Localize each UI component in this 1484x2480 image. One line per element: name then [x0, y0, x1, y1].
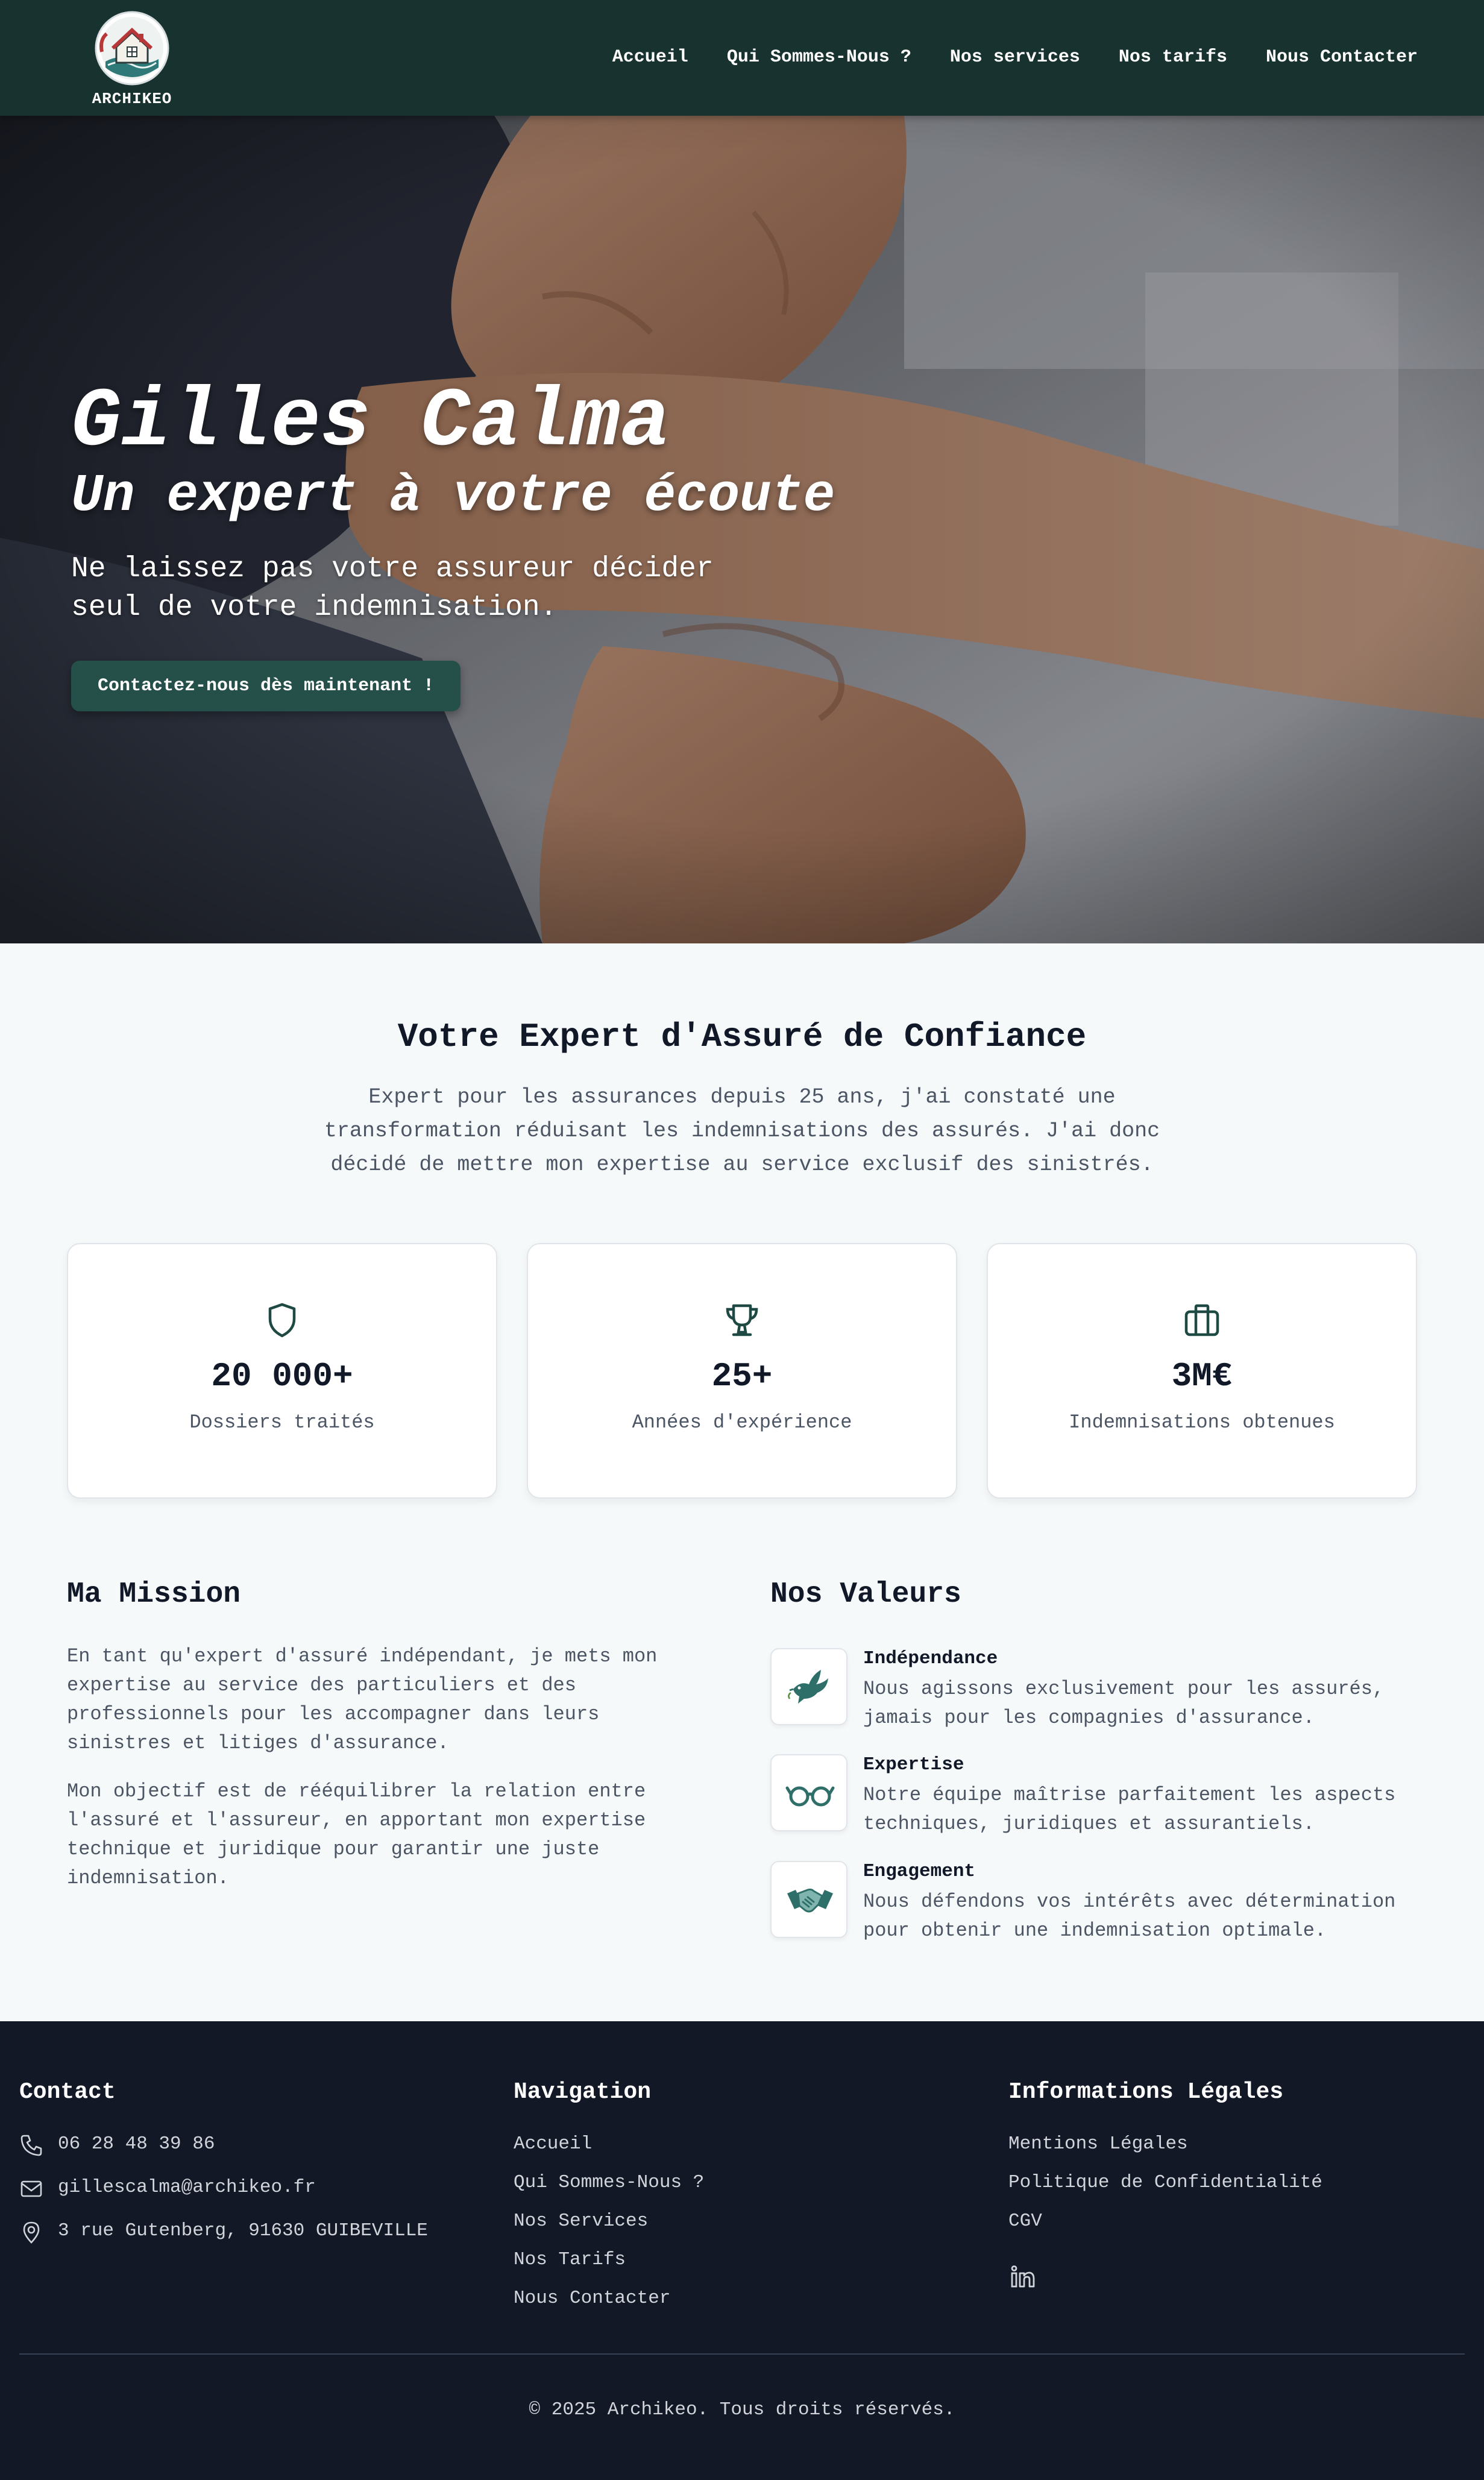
- footer-contact-title: Contact: [19, 2079, 116, 2105]
- mission-title: Ma Mission: [67, 1578, 241, 1611]
- house-logo-icon: [95, 11, 169, 86]
- hero-content: Gilles Calma Un expert à votre écoute Ne…: [71, 376, 835, 712]
- footer-link-confidentialite[interactable]: Politique de Confidentialité: [1008, 2172, 1322, 2193]
- nav-link-tarifs[interactable]: Nos tarifs: [1119, 47, 1227, 68]
- value-icon-box: [770, 1861, 847, 1938]
- footer-address: 3 rue Gutenberg, 91630 GUIBEVILLE: [58, 2220, 428, 2241]
- value-item-expertise: Expertise Notre équipe maîtrise parfaite…: [770, 1754, 1433, 1835]
- mission-paragraph-1: En tant qu'expert d'assuré indépendant, …: [67, 1645, 658, 1754]
- nav-link-accueil[interactable]: Accueil: [612, 47, 688, 68]
- values-title: Nos Valeurs: [770, 1578, 961, 1611]
- stat-card-dossiers: 20 000+ Dossiers traités: [67, 1243, 497, 1499]
- footer-link-mentions-legales[interactable]: Mentions Légales: [1008, 2133, 1188, 2154]
- mission-paragraph-2: Mon objectif est de rééquilibrer la rela…: [67, 1780, 646, 1889]
- value-text: Nous agissons exclusivement pour les ass…: [863, 1678, 1385, 1729]
- hero-title: Gilles Calma: [71, 376, 670, 470]
- footer-link-qui-sommes-nous[interactable]: Qui Sommes-Nous ?: [514, 2172, 704, 2193]
- value-icon-box: [770, 1648, 847, 1725]
- top-navbar: ARCHIKEO Accueil Qui Sommes-Nous ? Nos s…: [0, 0, 1484, 116]
- value-title: Expertise: [863, 1754, 964, 1775]
- trophy-icon: [726, 1304, 758, 1336]
- mail-icon: [20, 2180, 42, 2197]
- stat-label: Années d'expérience: [632, 1411, 852, 1434]
- mission-text: En tant qu'expert d'assuré indépendant, …: [67, 1642, 694, 1893]
- stat-value: 25+: [711, 1357, 773, 1396]
- hero-subtitle: Un expert à votre écoute: [71, 467, 835, 526]
- glasses-icon: [785, 1786, 835, 1807]
- footer-phone[interactable]: 06 28 48 39 86: [58, 2133, 215, 2154]
- footer-legal-title: Informations Légales: [1008, 2079, 1284, 2105]
- logo[interactable]: ARCHIKEO: [83, 10, 181, 108]
- footer-email[interactable]: gillescalma@archikeo.fr: [58, 2177, 316, 2198]
- linkedin-icon[interactable]: [1008, 2262, 1037, 2291]
- nav-link-services[interactable]: Nos services: [950, 47, 1080, 68]
- dove-icon: [788, 1670, 828, 1704]
- site-footer: Contact 06 28 48 39 86 gillescalma@archi…: [0, 2021, 1484, 2480]
- briefcase-icon: [1184, 1304, 1219, 1336]
- nav-link-contact[interactable]: Nous Contacter: [1266, 47, 1418, 68]
- value-text: Notre équipe maîtrise parfaitement les a…: [863, 1784, 1396, 1835]
- shield-icon: [268, 1303, 296, 1338]
- logo-text: ARCHIKEO: [92, 90, 172, 108]
- section-title: Votre Expert d'Assuré de Confiance: [397, 1018, 1087, 1056]
- nav-link-qui-sommes-nous[interactable]: Qui Sommes-Nous ?: [727, 47, 911, 68]
- footer-navigation-title: Navigation: [514, 2079, 652, 2105]
- hero-section: Gilles Calma Un expert à votre écoute Ne…: [0, 116, 1484, 943]
- location-pin-icon: [23, 2221, 40, 2244]
- value-title: Indépendance: [863, 1648, 998, 1669]
- value-title: Engagement: [863, 1861, 976, 1882]
- value-icon-box: [770, 1754, 847, 1831]
- stat-label: Indemnisations obtenues: [1069, 1411, 1335, 1434]
- footer-divider: [19, 2353, 1465, 2355]
- value-text: Nous défendons vos intérêts avec détermi…: [863, 1890, 1396, 1942]
- stat-card-indemnisations: 3M€ Indemnisations obtenues: [987, 1243, 1417, 1499]
- footer-link-tarifs[interactable]: Nos Tarifs: [514, 2249, 626, 2270]
- phone-icon: [20, 2135, 42, 2156]
- stat-value: 20 000+: [211, 1357, 353, 1396]
- footer-link-cgv[interactable]: CGV: [1008, 2211, 1042, 2232]
- main-nav: Accueil Qui Sommes-Nous ? Nos services N…: [612, 47, 1418, 68]
- stat-value: 3M€: [1171, 1357, 1233, 1396]
- contact-cta-button[interactable]: Contactez-nous dès maintenant !: [71, 661, 461, 712]
- stat-label: Dossiers traités: [189, 1411, 375, 1434]
- handshake-icon: [787, 1888, 833, 1913]
- footer-link-accueil[interactable]: Accueil: [514, 2133, 592, 2154]
- footer-link-services[interactable]: Nos Services: [514, 2211, 648, 2232]
- hero-text: Ne laissez pas votre assureur décider se…: [71, 553, 714, 625]
- copyright: © 2025 Archikeo. Tous droits réservés.: [529, 2399, 955, 2420]
- footer-link-contact[interactable]: Nous Contacter: [514, 2288, 670, 2309]
- value-item-engagement: Engagement Nous défendons vos intérêts a…: [770, 1861, 1433, 1942]
- stat-card-experience: 25+ Années d'expérience: [527, 1243, 957, 1499]
- intro-text: Expert pour les assurances depuis 25 ans…: [324, 1085, 1160, 1177]
- value-item-independance: Indépendance Nous agissons exclusivement…: [770, 1648, 1433, 1729]
